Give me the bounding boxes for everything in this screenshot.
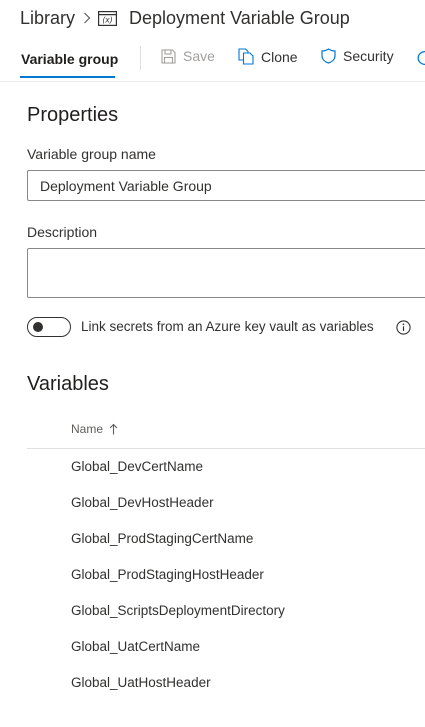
shield-icon bbox=[321, 48, 336, 64]
sort-ascending-icon bbox=[109, 423, 118, 435]
variable-row[interactable]: Global_ProdStagingHostHeader bbox=[71, 567, 264, 582]
svg-text:(x): (x) bbox=[102, 15, 112, 24]
properties-heading: Properties bbox=[27, 104, 119, 126]
name-column-header[interactable]: Name bbox=[71, 422, 118, 436]
page-title: Deployment Variable Group bbox=[129, 7, 350, 28]
breadcrumb-library-link[interactable]: Library bbox=[20, 8, 75, 29]
name-column-label: Name bbox=[71, 422, 104, 436]
security-label: Security bbox=[343, 48, 394, 64]
variable-row[interactable]: Global_ProdStagingCertName bbox=[71, 531, 253, 546]
variable-row[interactable]: Global_UatHostHeader bbox=[71, 675, 211, 690]
chevron-right-icon bbox=[83, 12, 91, 24]
overflow-toolbar-icon[interactable] bbox=[417, 50, 425, 71]
save-button[interactable]: Save bbox=[161, 48, 215, 64]
description-input[interactable] bbox=[27, 248, 425, 298]
security-button[interactable]: Security bbox=[321, 48, 394, 64]
variable-row[interactable]: Global_DevCertName bbox=[71, 459, 203, 474]
variable-row[interactable]: Global_ScriptsDeploymentDirectory bbox=[71, 603, 285, 618]
variable-group-name-label: Variable group name bbox=[27, 146, 156, 162]
keyvault-toggle-label: Link secrets from an Azure key vault as … bbox=[81, 319, 374, 334]
description-label: Description bbox=[27, 224, 98, 240]
variable-group-icon: (x) bbox=[98, 10, 118, 26]
variable-row[interactable]: Global_UatCertName bbox=[71, 639, 200, 654]
breadcrumb: Library (x) Deployment Variable Group bbox=[20, 7, 350, 29]
info-icon[interactable] bbox=[396, 320, 411, 340]
variable-row[interactable]: Global_DevHostHeader bbox=[71, 495, 214, 510]
variable-group-name-input[interactable]: Deployment Variable Group bbox=[27, 170, 425, 201]
keyvault-toggle[interactable] bbox=[27, 317, 71, 337]
table-header-divider bbox=[27, 448, 425, 449]
toolbar-divider bbox=[140, 46, 141, 70]
toolbar: Variable group Save Clone Security bbox=[0, 44, 425, 80]
save-label: Save bbox=[183, 48, 215, 64]
clone-button[interactable]: Clone bbox=[238, 48, 298, 65]
toggle-knob bbox=[33, 322, 43, 332]
save-icon bbox=[161, 48, 176, 64]
tab-variable-group[interactable]: Variable group bbox=[21, 51, 118, 67]
variable-group-name-value: Deployment Variable Group bbox=[40, 178, 212, 194]
active-tab-indicator bbox=[20, 76, 115, 78]
clone-icon bbox=[238, 48, 254, 65]
toolbar-divider-line bbox=[0, 81, 425, 82]
clone-label: Clone bbox=[261, 48, 298, 65]
variables-heading: Variables bbox=[27, 373, 109, 395]
